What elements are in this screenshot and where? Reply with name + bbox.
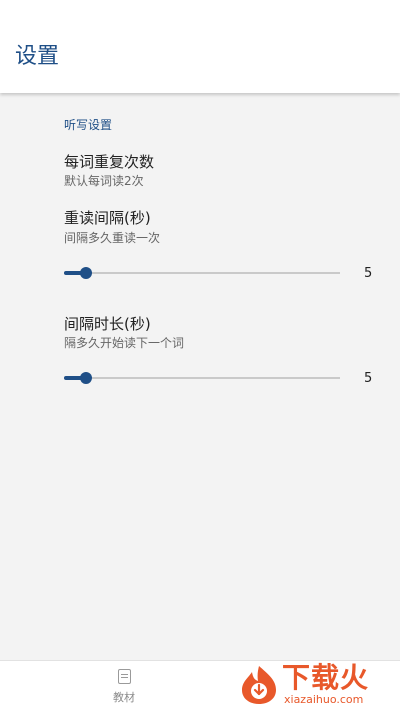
- watermark-text: 下载火: [282, 661, 370, 694]
- pref-reread-interval-title: 重读间隔(秒): [64, 209, 151, 227]
- app-bar: 设置: [0, 0, 400, 93]
- flame-logo-icon: [242, 666, 276, 704]
- pref-interval-duration-summary: 隔多久开始读下一个词: [64, 336, 185, 350]
- book-icon: [118, 669, 131, 684]
- nav-item-label: 教材: [113, 691, 135, 704]
- pref-interval-duration-title: 间隔时长(秒): [64, 315, 151, 333]
- section-header-dictation: 听写设置: [64, 118, 113, 132]
- slider-track: [64, 272, 340, 274]
- reread-interval-slider[interactable]: [64, 265, 340, 281]
- slider-thumb[interactable]: [80, 267, 92, 279]
- settings-list: 听写设置 每词重复次数 默认每词读2次 重读间隔(秒) 间隔多久重读一次 5 间…: [0, 93, 400, 660]
- interval-duration-slider[interactable]: [64, 370, 340, 386]
- pref-reread-interval-summary: 间隔多久重读一次: [64, 231, 161, 245]
- watermark-site: xiazaihuo.com: [284, 693, 364, 706]
- pref-repeat-count-title[interactable]: 每词重复次数: [64, 152, 154, 172]
- slider-track: [64, 377, 340, 379]
- nav-item-textbook[interactable]: 教材: [104, 667, 144, 707]
- interval-duration-value: 5: [364, 371, 373, 386]
- pref-repeat-count-summary: 默认每词读2次: [64, 174, 144, 188]
- reread-interval-value: 5: [364, 266, 373, 281]
- watermark: 下载火 xiazaihuo.com: [236, 660, 400, 710]
- slider-thumb[interactable]: [80, 372, 92, 384]
- page-title: 设置: [15, 44, 60, 69]
